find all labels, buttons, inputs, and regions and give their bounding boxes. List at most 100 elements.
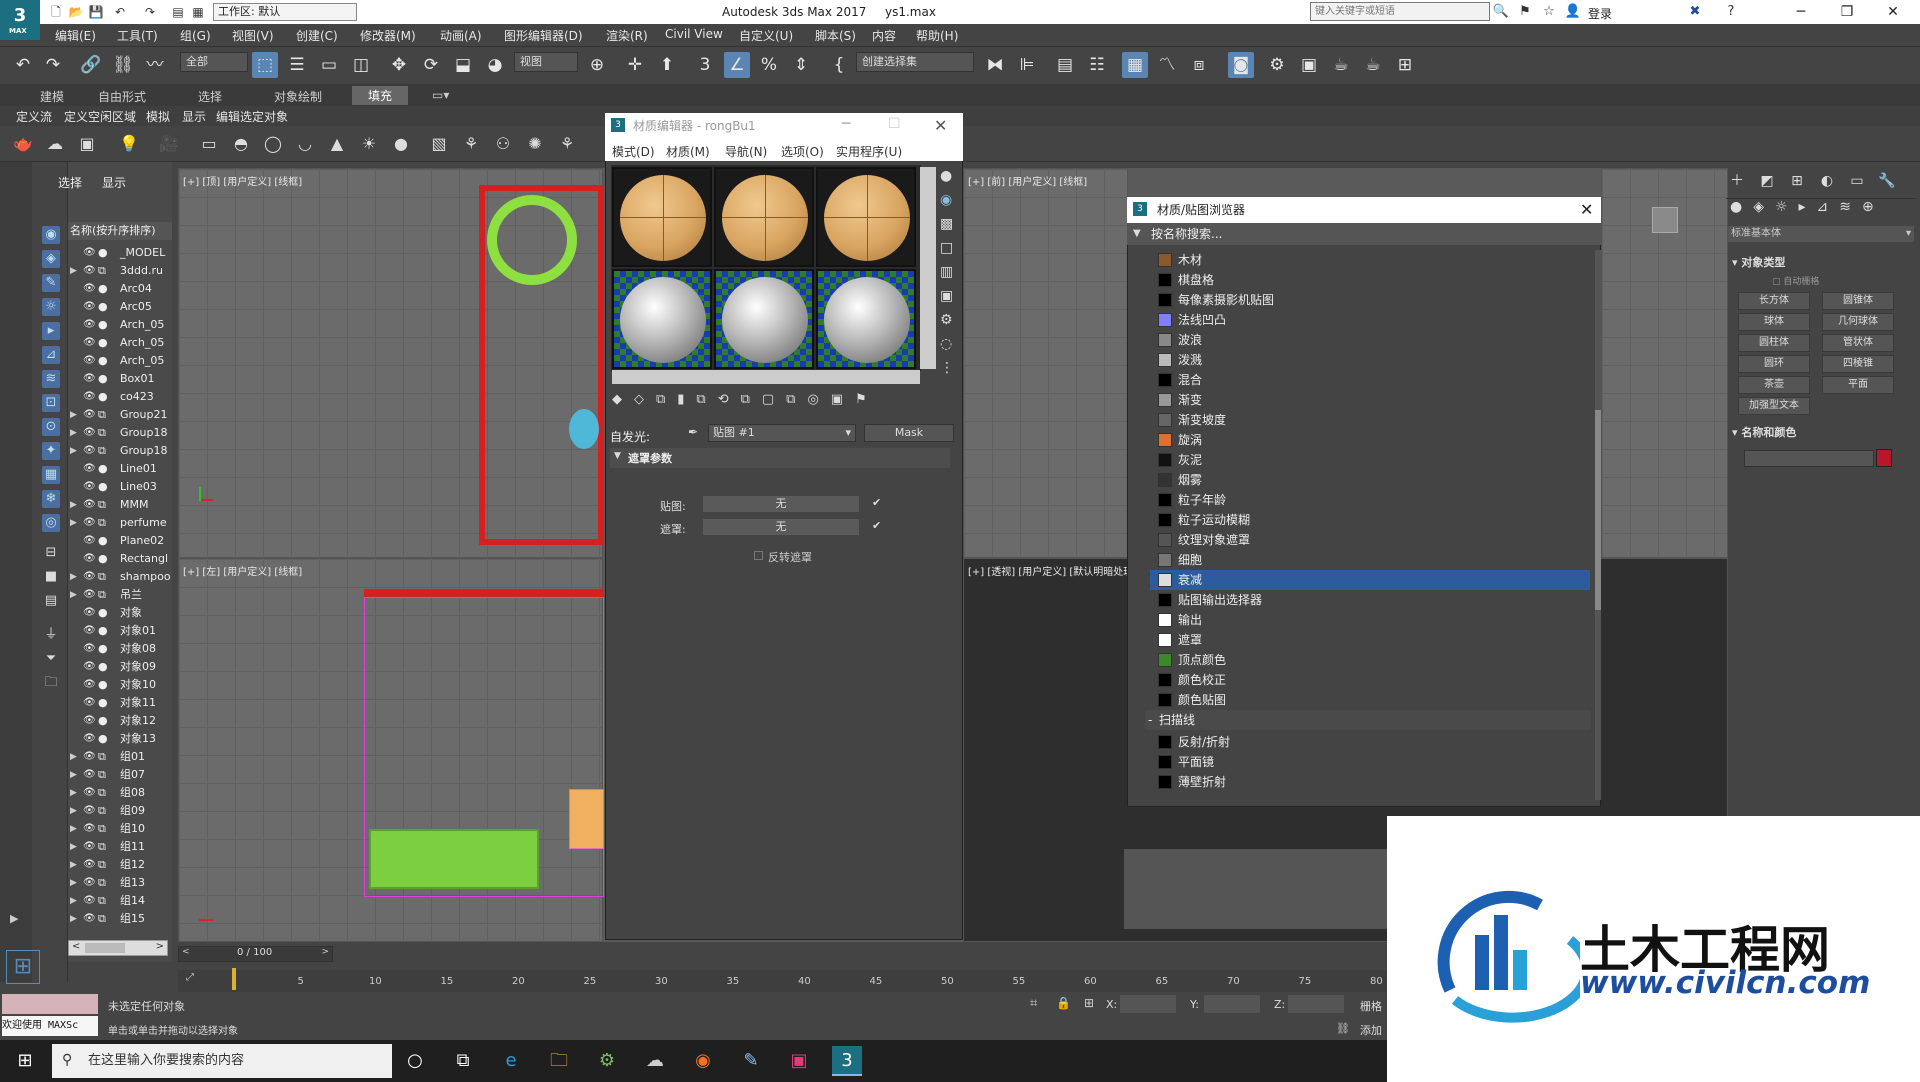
plane-light-icon[interactable]: ▭	[196, 131, 222, 157]
open-file-icon[interactable]: 📂	[68, 4, 84, 20]
video-color-check-icon[interactable]: ▥	[940, 264, 953, 280]
subtab-define-flows[interactable]: 定义流	[16, 108, 52, 125]
minimize-icon[interactable]: ─	[1778, 0, 1824, 24]
object-type-button[interactable]: 长方体	[1738, 292, 1810, 310]
folder-icon[interactable]: 🗀	[42, 674, 60, 692]
display-panel-icon[interactable]: ▭	[1846, 170, 1868, 192]
make-preview-icon[interactable]: ▣	[940, 288, 953, 304]
absolute-mode-icon[interactable]: ⊞	[1084, 996, 1094, 1010]
time-cursor[interactable]	[232, 968, 236, 990]
subtab-edit-selected[interactable]: 编辑选定对象	[216, 108, 288, 125]
3dsmax-taskbar-icon[interactable]: 3	[832, 1046, 862, 1076]
taskbar-search[interactable]: 在这里输入你要搜索的内容	[52, 1044, 392, 1078]
explorer-row[interactable]: ▶ 👁 ⧉ perfume	[68, 514, 172, 532]
expand-row-icon[interactable]: ▶	[70, 568, 77, 586]
restore-icon[interactable]: ❐	[1824, 0, 1870, 24]
display-bones-icon[interactable]: ✦	[42, 442, 60, 460]
cloud-icon[interactable]: ☁	[42, 131, 68, 157]
expand-row-icon[interactable]: ▶	[70, 406, 77, 424]
menu-content[interactable]: 内容	[872, 27, 896, 44]
help-search-input[interactable]: 键入关键字或短语	[1310, 2, 1490, 21]
visibility-eye-icon[interactable]: 👁	[83, 820, 96, 838]
explorer-row[interactable]: 👁 ● Rectangl	[68, 550, 172, 568]
select-by-name-icon[interactable]: ☰	[284, 52, 310, 78]
explorer-row[interactable]: 👁 ● Arc05	[68, 298, 172, 316]
selection-filter-dropdown[interactable]: 全部	[180, 52, 248, 72]
browser-map-item[interactable]: 顶点颜色	[1150, 650, 1590, 670]
tab-selection[interactable]: 选择	[198, 88, 222, 105]
explorer-row[interactable]: 👁 ● co423	[68, 388, 172, 406]
display-frozen-icon[interactable]: ❄	[42, 490, 60, 508]
explorer-row[interactable]: 👁 ● Arch_05	[68, 334, 172, 352]
explorer-row[interactable]: 👁 ● 对象10	[68, 676, 172, 694]
login-link[interactable]: 登录	[1588, 5, 1612, 22]
visibility-eye-icon[interactable]: 👁	[83, 478, 96, 496]
browser-search-input[interactable]: 按名称搜索...	[1127, 223, 1601, 245]
sample-slot-5[interactable]	[714, 269, 814, 369]
visibility-eye-icon[interactable]: 👁	[83, 550, 96, 568]
visibility-eye-icon[interactable]: 👁	[83, 424, 96, 442]
display-lights-icon[interactable]: ☼	[42, 298, 60, 316]
material-navigator-icon[interactable]: ⋮	[940, 360, 954, 376]
edge-icon[interactable]: e	[496, 1046, 526, 1076]
link-icon[interactable]: 🔗	[78, 52, 104, 78]
tab-freeform[interactable]: 自由形式	[98, 88, 146, 105]
expand-row-icon[interactable]: ▶	[70, 766, 77, 784]
expand-row-icon[interactable]: ▶	[70, 874, 77, 892]
visibility-eye-icon[interactable]: 👁	[83, 658, 96, 676]
toggle-ribbon-icon[interactable]: ▦	[1122, 52, 1148, 78]
browser-scanline-item[interactable]: 薄壁折射	[1150, 772, 1590, 792]
expand-row-icon[interactable]: ▶	[70, 802, 77, 820]
material-editor-close-icon[interactable]: ✕	[934, 116, 947, 135]
visibility-eye-icon[interactable]: 👁	[83, 298, 96, 316]
visibility-eye-icon[interactable]: 👁	[83, 532, 96, 550]
expand-row-icon[interactable]: ▶	[70, 892, 77, 910]
bind-space-warp-icon[interactable]: 〰	[142, 52, 168, 78]
render-frame-icon[interactable]: ▣	[74, 131, 100, 157]
visibility-eye-icon[interactable]: 👁	[83, 352, 96, 370]
redo-quick-icon[interactable]: ↷	[142, 4, 158, 20]
rotate-icon[interactable]: ⟳	[418, 52, 444, 78]
menu-group[interactable]: 组(G)	[180, 27, 211, 44]
visibility-eye-icon[interactable]: 👁	[83, 640, 96, 658]
app-logo-icon[interactable]: 3 MAX	[0, 0, 40, 40]
me-menu-modes[interactable]: 模式(D)	[612, 143, 655, 160]
map-type-button[interactable]: Mask	[864, 424, 954, 442]
explorer-row[interactable]: 👁 ● 对象08	[68, 640, 172, 658]
explorer-row[interactable]: ▶ 👁 ⧉ 组10	[68, 820, 172, 838]
layer-explorer-icon[interactable]: ☷	[1084, 52, 1110, 78]
material-editor-minimize-icon[interactable]: ─	[842, 116, 850, 132]
render-setup-icon[interactable]: ⚙	[1264, 52, 1290, 78]
explorer-row[interactable]: 👁 ● 对象	[68, 604, 172, 622]
display-geometry-icon[interactable]: ◈	[42, 250, 60, 268]
map-slot-button[interactable]: 无	[702, 495, 860, 513]
browser-map-item[interactable]: 粒子年龄	[1150, 490, 1590, 510]
expand-row-icon[interactable]: ▶	[70, 586, 77, 604]
visibility-eye-icon[interactable]: 👁	[83, 406, 96, 424]
visibility-eye-icon[interactable]: 👁	[83, 586, 96, 604]
me-menu-material[interactable]: 材质(M)	[666, 143, 710, 160]
browser-map-item[interactable]: 颜色校正	[1150, 670, 1590, 690]
object-type-button[interactable]: 球体	[1738, 313, 1810, 331]
browser-close-icon[interactable]: ✕	[1580, 200, 1593, 219]
uv-tiling-icon[interactable]: □	[940, 240, 953, 256]
backlight-icon[interactable]: ◉	[940, 192, 952, 208]
tab-object-paint[interactable]: 对象绘制	[274, 88, 322, 105]
explorer-tab-select[interactable]: 选择	[58, 174, 82, 191]
menu-help[interactable]: 帮助(H)	[916, 27, 958, 44]
edit-named-selection-icon[interactable]: {	[826, 52, 852, 78]
funnel-icon[interactable]: ⏷	[42, 650, 60, 668]
visibility-eye-icon[interactable]: 👁	[83, 784, 96, 802]
invert-display-icon[interactable]: ▤	[42, 592, 60, 610]
visibility-eye-icon[interactable]: 👁	[83, 370, 96, 388]
display-cameras-icon[interactable]: ▸	[42, 322, 60, 340]
explorer-row[interactable]: ▶ 👁 ⧉ shampoo	[68, 568, 172, 586]
app-icon-3[interactable]: ▣	[784, 1046, 814, 1076]
visibility-eye-icon[interactable]: 👁	[83, 280, 96, 298]
visibility-eye-icon[interactable]: 👁	[83, 460, 96, 478]
hair-icon[interactable]: ▧	[426, 131, 452, 157]
named-selection-dropdown[interactable]: 创建选择集	[856, 52, 974, 72]
display-none-icon[interactable]: ◉	[42, 226, 60, 244]
task-view-icon[interactable]: ⧉	[448, 1046, 478, 1076]
rectangular-selection-icon[interactable]: ▭	[316, 52, 342, 78]
